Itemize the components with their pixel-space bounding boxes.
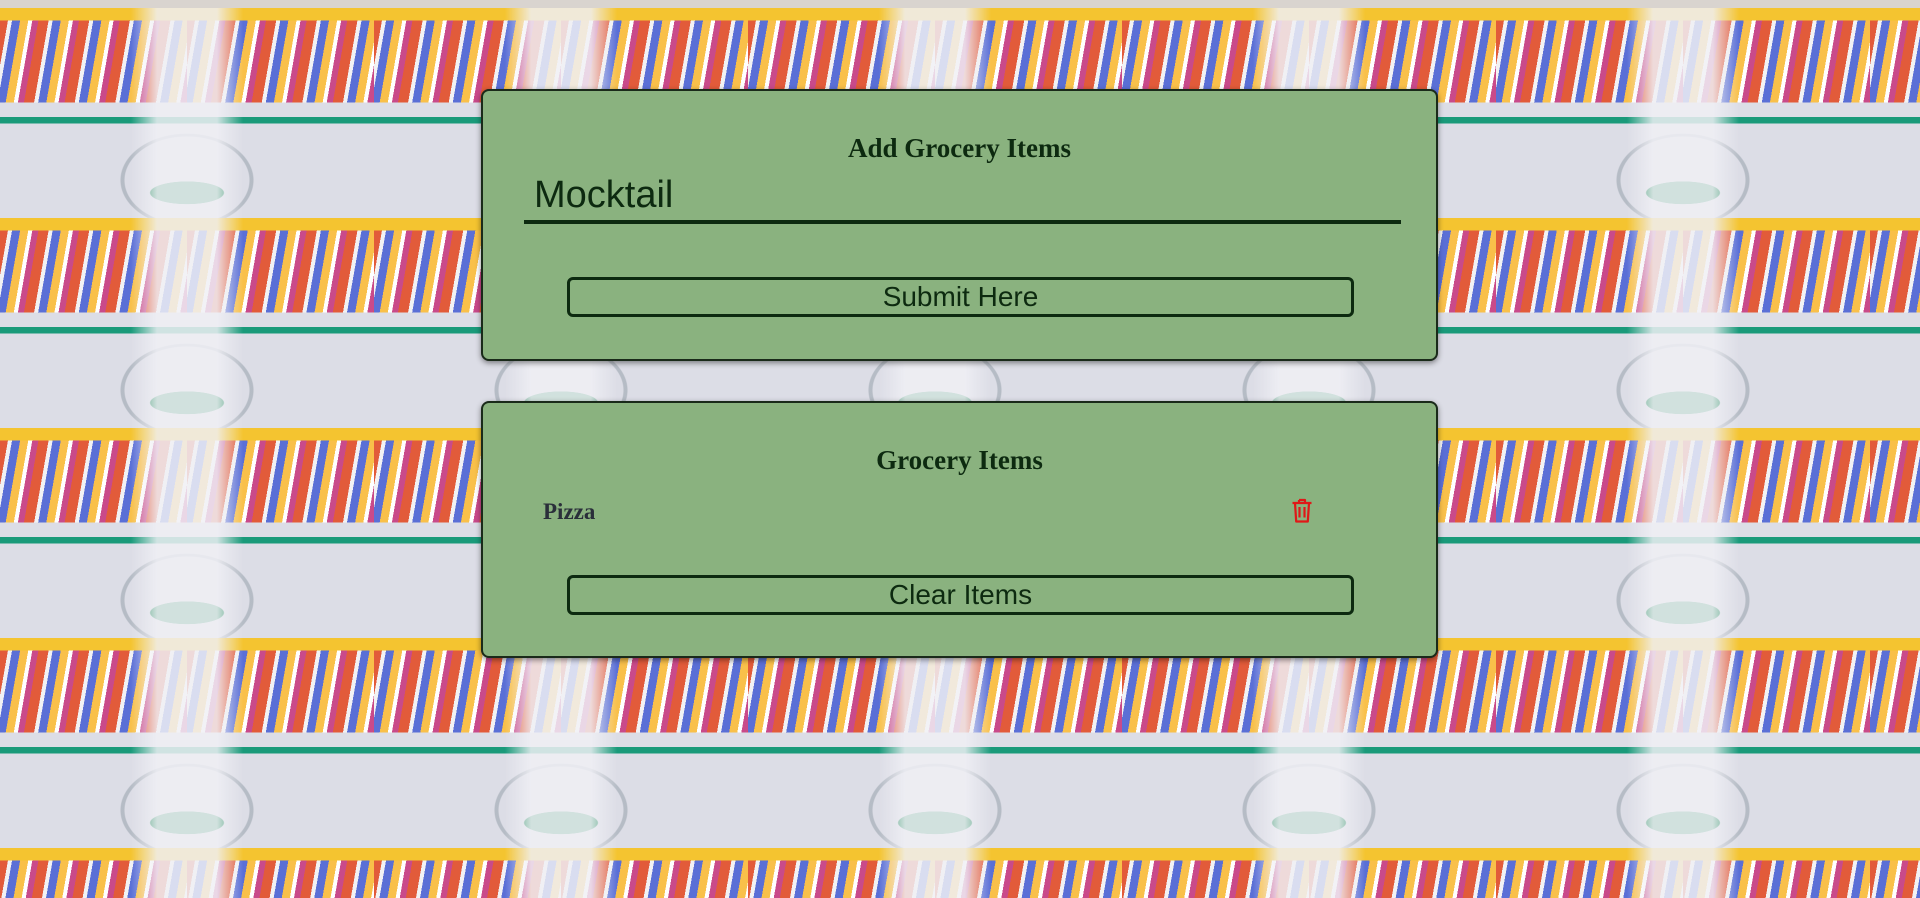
submit-button[interactable]: Submit Here (567, 277, 1354, 317)
grocery-items-card: Grocery Items Pizza Clear Items (481, 401, 1438, 658)
item-input[interactable] (524, 170, 1401, 224)
add-items-title: Add Grocery Items (848, 133, 1071, 163)
trash-icon[interactable] (1290, 497, 1314, 525)
clear-items-button[interactable]: Clear Items (567, 575, 1354, 615)
grocery-items-title: Grocery Items (876, 445, 1043, 475)
list-item: Pizza (543, 497, 1303, 527)
add-items-card: Add Grocery Items Submit Here (481, 89, 1438, 361)
item-name: Pizza (543, 499, 596, 524)
